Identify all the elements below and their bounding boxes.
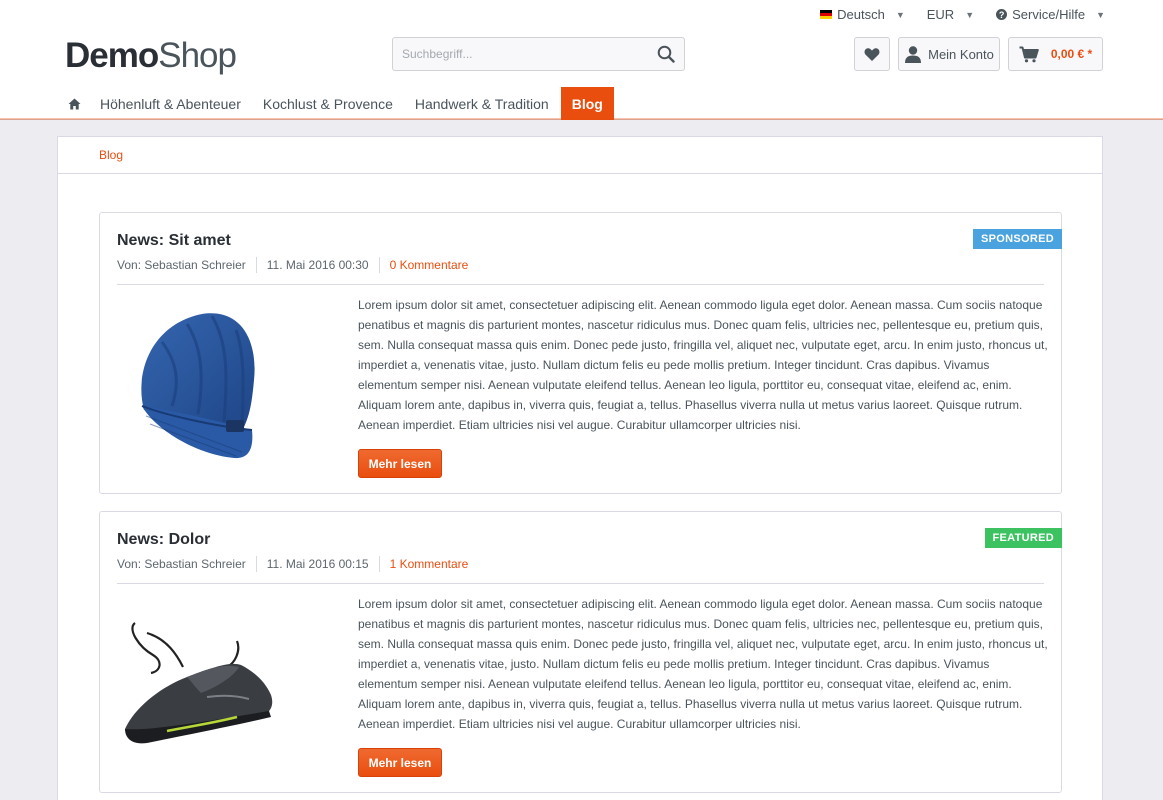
- blog-post: News: Sit amet Von: Sebastian Schreier 1…: [99, 212, 1062, 494]
- language-selector[interactable]: Deutsch ▼: [820, 7, 905, 22]
- heart-icon: [864, 47, 880, 61]
- post-author: Von: Sebastian Schreier: [117, 557, 246, 571]
- nav-underline: [0, 118, 1163, 120]
- post-comments-link[interactable]: 0 Kommentare: [390, 258, 469, 272]
- search-input[interactable]: [393, 38, 633, 70]
- post-date: 11. Mai 2016 00:30: [266, 258, 369, 272]
- currency-selector[interactable]: EUR ▼: [927, 7, 974, 22]
- read-more-button[interactable]: Mehr lesen: [358, 449, 442, 478]
- sneaker-shoe-image[interactable]: [117, 596, 277, 766]
- top-links: Deutsch ▼ EUR ▼ ? Service/Hilfe ▼: [820, 7, 1105, 22]
- german-flag-icon: [820, 10, 833, 19]
- meta-divider: [255, 257, 257, 273]
- cart-button[interactable]: 0,00 € *: [1008, 37, 1103, 71]
- post-title[interactable]: News: Dolor: [117, 531, 210, 549]
- logo-light-text: Shop: [158, 36, 237, 75]
- cart-total: 0,00 € *: [1050, 47, 1093, 61]
- featured-badge: FEATURED: [984, 528, 1062, 548]
- shop-logo[interactable]: DemoShop: [65, 36, 237, 76]
- beanie-hat-image[interactable]: [117, 297, 277, 467]
- nav-item-handwerk[interactable]: Handwerk & Tradition: [404, 87, 560, 120]
- breadcrumb-blog-link[interactable]: Blog: [99, 148, 123, 162]
- currency-label: EUR: [926, 7, 955, 22]
- help-icon: ?: [996, 9, 1008, 20]
- wishlist-button[interactable]: [854, 37, 890, 71]
- chevron-down-icon: ▼: [895, 9, 905, 20]
- breadcrumb: Blog: [58, 137, 1102, 174]
- nav-home[interactable]: [60, 87, 89, 120]
- meta-divider: [255, 556, 257, 572]
- post-divider: [117, 284, 1044, 285]
- account-label: Mein Konto: [928, 46, 994, 62]
- read-more-button[interactable]: Mehr lesen: [358, 748, 442, 777]
- main-navigation: Höhenluft & Abenteuer Kochlust & Provenc…: [60, 87, 614, 120]
- nav-item-hoehenluft[interactable]: Höhenluft & Abenteuer: [89, 87, 252, 120]
- blog-content: Blog News: Sit amet Von: Sebastian Schre…: [57, 136, 1103, 800]
- sneaker-shoe-icon: [125, 622, 273, 744]
- post-divider: [117, 583, 1044, 584]
- nav-item-blog[interactable]: Blog: [560, 87, 614, 120]
- chevron-down-icon: ▼: [965, 9, 975, 20]
- search-box: [392, 37, 685, 71]
- sponsored-badge: SPONSORED: [973, 229, 1062, 249]
- blog-post: News: Dolor Von: Sebastian Schreier 11. …: [99, 511, 1062, 793]
- meta-divider: [378, 257, 380, 273]
- post-date: 11. Mai 2016 00:15: [266, 557, 369, 571]
- language-label: Deutsch: [837, 7, 885, 22]
- post-meta: Von: Sebastian Schreier 11. Mai 2016 00:…: [117, 556, 468, 572]
- post-meta: Von: Sebastian Schreier 11. Mai 2016 00:…: [117, 257, 468, 273]
- search-button[interactable]: [648, 38, 684, 70]
- cart-icon: [1019, 46, 1039, 62]
- post-excerpt: Lorem ipsum dolor sit amet, consectetuer…: [358, 298, 1048, 432]
- nav-item-kochlust[interactable]: Kochlust & Provence: [252, 87, 404, 120]
- search-icon: [657, 45, 675, 63]
- post-comments-link[interactable]: 1 Kommentare: [390, 557, 469, 571]
- header-actions: Mein Konto 0,00 € *: [854, 37, 1103, 71]
- home-icon: [68, 98, 81, 109]
- post-excerpt: Lorem ipsum dolor sit amet, consectetuer…: [358, 597, 1048, 731]
- service-label: Service/Hilfe: [1012, 7, 1086, 22]
- account-button[interactable]: Mein Konto: [898, 37, 1000, 71]
- post-author: Von: Sebastian Schreier: [117, 258, 246, 272]
- chevron-down-icon: ▼: [1096, 9, 1105, 20]
- logo-bold-text: Demo: [65, 36, 159, 75]
- beanie-hat-icon: [141, 313, 255, 459]
- post-title[interactable]: News: Sit amet: [117, 232, 231, 250]
- service-menu[interactable]: ? Service/Hilfe ▼: [996, 7, 1105, 22]
- user-icon: [905, 46, 922, 63]
- header: Deutsch ▼ EUR ▼ ? Service/Hilfe ▼ DemoSh…: [0, 0, 1163, 120]
- meta-divider: [378, 556, 380, 572]
